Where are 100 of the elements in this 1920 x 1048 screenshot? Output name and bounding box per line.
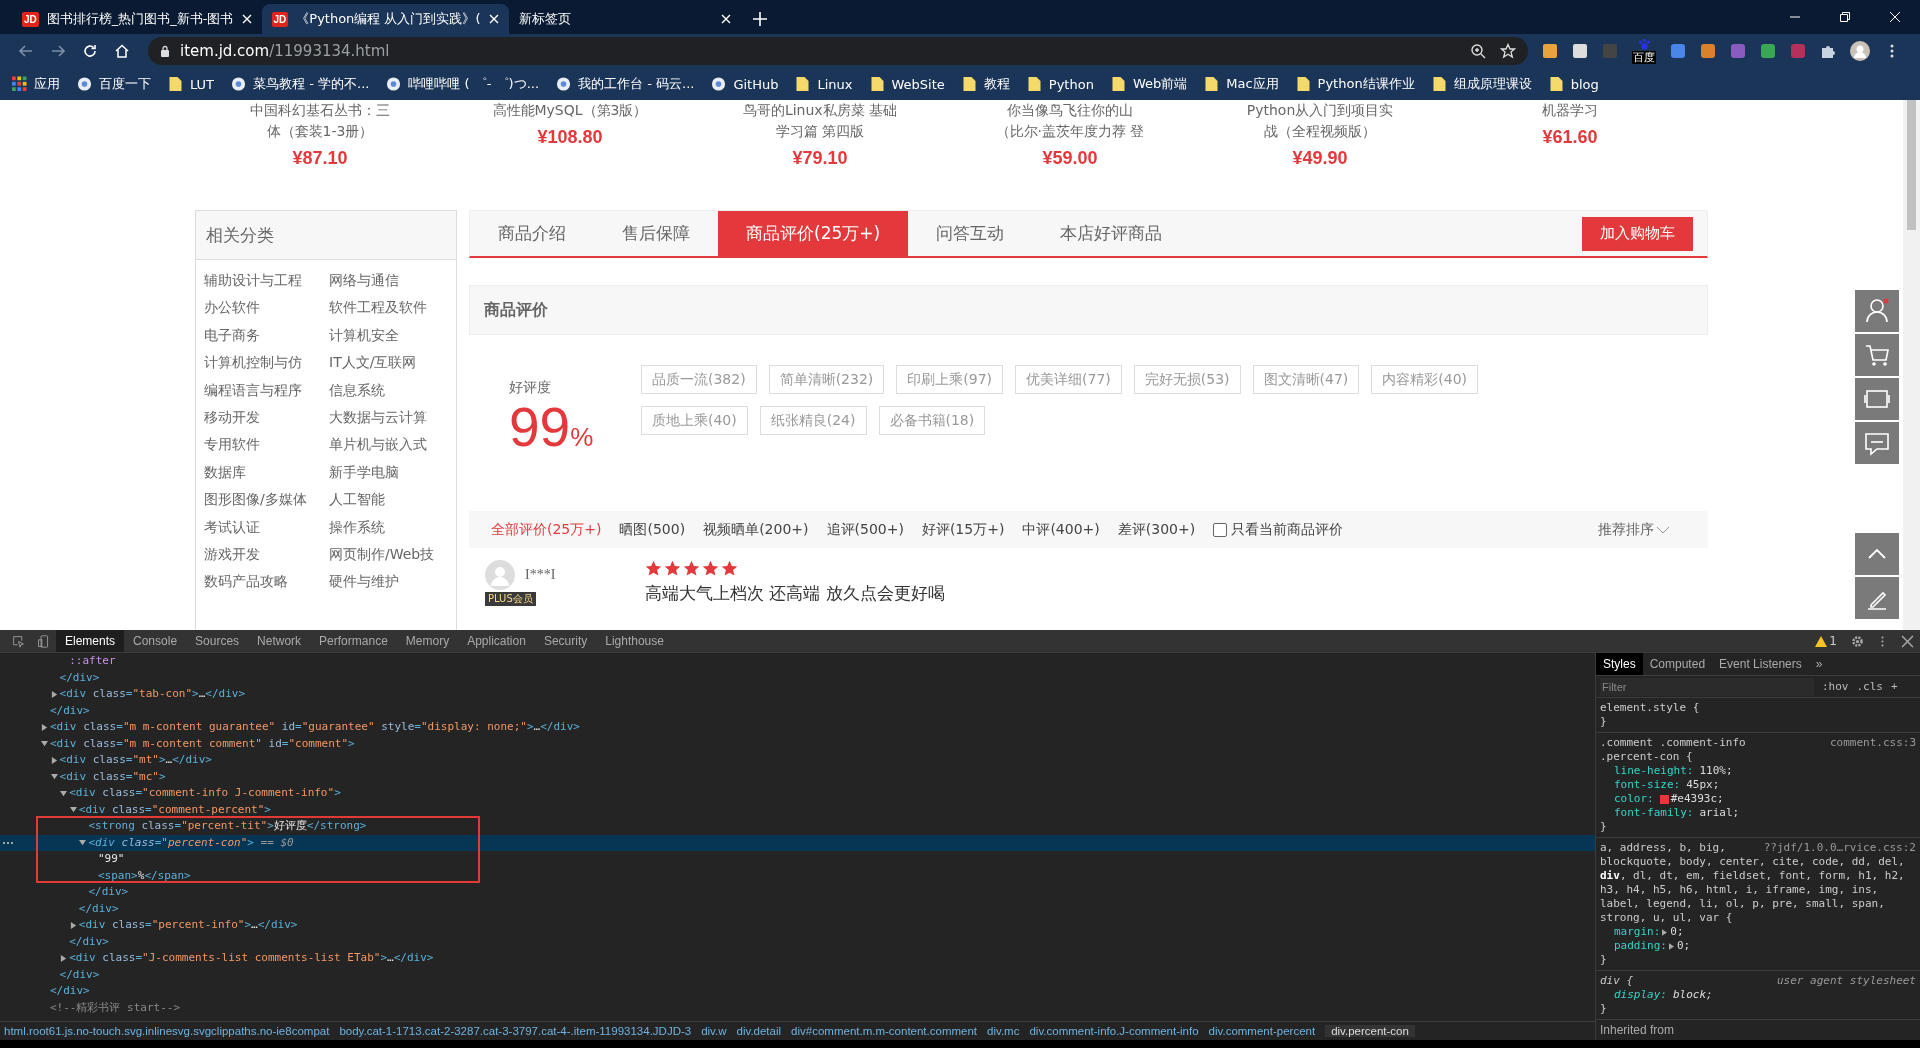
bookmark[interactable]: Web前端: [1110, 75, 1188, 93]
review-filter[interactable]: 中评(400+): [1022, 520, 1100, 539]
code-line[interactable]: </div>: [59, 966, 100, 983]
bookmark[interactable]: WebSite: [869, 76, 945, 92]
product-title[interactable]: 体（套装1-3册）: [266, 121, 374, 142]
device-icon[interactable]: [37, 634, 50, 648]
code-line[interactable]: </div>: [78, 900, 119, 917]
code-line[interactable]: <strong class="percent-tit">好评度</strong>: [88, 818, 367, 835]
css-source[interactable]: ??jdf/1.0.0…rvice.css:2: [1763, 841, 1916, 855]
category-link[interactable]: 网络与通信: [329, 267, 457, 295]
devtools-tab[interactable]: Elements: [56, 630, 125, 652]
inspect-icon[interactable]: [12, 634, 25, 648]
product-title[interactable]: 战（全程视频版）: [1264, 121, 1376, 142]
category-link[interactable]: 考试认证: [204, 513, 329, 542]
bookmark[interactable]: 百度一下: [77, 75, 151, 93]
bookmark[interactable]: Mac应用: [1204, 75, 1279, 93]
code-line[interactable]: </div>: [50, 702, 90, 719]
code-line[interactable]: <div class="m m-content guarantee" id="guarantee" style="display: none;">…</div>: [50, 719, 580, 736]
code-line[interactable]: <div class="mc">: [59, 768, 166, 785]
profile-avatar[interactable]: [1850, 41, 1870, 61]
code-line[interactable]: <div class="mt">…</div>: [59, 752, 212, 769]
css-property[interactable]: color:: [1614, 792, 1654, 806]
review-filter[interactable]: 好评(15万+): [921, 520, 1005, 539]
product-tab[interactable]: 商品介绍: [470, 211, 594, 256]
css-property[interactable]: display:: [1614, 988, 1667, 1002]
expand-toggle-icon[interactable]: [79, 839, 87, 847]
code-line[interactable]: <span>%</span>: [98, 867, 191, 884]
browser-tab[interactable]: 新标签页: [508, 4, 741, 34]
styles-tab[interactable]: Event Listeners: [1712, 653, 1809, 675]
edit-icon[interactable]: [1855, 577, 1899, 619]
code-line[interactable]: </div>: [50, 983, 90, 1000]
code-line[interactable]: <div class="percent-con"> == $0: [88, 834, 294, 851]
add-to-cart-button[interactable]: 加入购物车: [1582, 216, 1693, 251]
breadcrumb[interactable]: div.comment-info.J-comment-info: [1029, 1025, 1199, 1037]
expand-toggle-icon[interactable]: [41, 740, 48, 748]
reload-icon[interactable]: [82, 43, 98, 59]
category-link[interactable]: 单片机与嵌入式: [329, 431, 457, 459]
color-swatch[interactable]: [1659, 794, 1669, 804]
devtools-tab[interactable]: Application: [458, 630, 535, 652]
breadcrumb[interactable]: div.comment-percent: [1208, 1025, 1316, 1037]
breadcrumb[interactable]: div.detail: [736, 1025, 782, 1037]
cart-icon[interactable]: [1855, 334, 1899, 376]
product-title[interactable]: （比尔·盖茨年度力荐 登: [995, 121, 1145, 142]
product-title[interactable]: 中国科幻基石丛书：三: [250, 100, 390, 121]
breadcrumb[interactable]: div.percent-con: [1325, 1025, 1415, 1037]
breadcrumb[interactable]: html.root61.js.no-touch.svg.inlinesvg.svgclippaths.no-ie8compat: [4, 1025, 330, 1037]
category-link[interactable]: 人工智能: [329, 486, 457, 514]
browser-tab[interactable]: JD 《Python编程 从入门到实践》(: [261, 4, 509, 34]
category-link[interactable]: 电子商务: [204, 321, 329, 350]
product-tab[interactable]: 问答互动: [908, 211, 1033, 256]
warning-count[interactable]: 1: [1829, 634, 1837, 648]
category-link[interactable]: 计算机控制与仿: [204, 349, 329, 377]
bookmark[interactable]: Python: [1026, 76, 1094, 92]
devtools-tab[interactable]: Lighthouse: [596, 630, 673, 652]
devtools-tab[interactable]: Console: [124, 630, 187, 652]
extension-icon[interactable]: [1760, 43, 1776, 59]
more-tabs-button[interactable]: »: [1808, 653, 1830, 675]
code-line[interactable]: ::after: [69, 653, 116, 670]
category-link[interactable]: 游戏开发: [204, 541, 329, 569]
restore-icon[interactable]: [1839, 11, 1851, 23]
review-filter[interactable]: 追评(500+): [826, 520, 904, 539]
category-link[interactable]: 计算机安全: [329, 321, 457, 350]
breadcrumb[interactable]: body.cat-1-1713.cat-2-3287.cat-3-3797.cat-4-.item-11993134.JDJD-3: [339, 1025, 692, 1037]
css-property[interactable]: padding:: [1614, 939, 1667, 953]
puzzle-icon[interactable]: [1820, 43, 1836, 59]
bookmark[interactable]: 教程: [961, 75, 1010, 93]
category-link[interactable]: 图形图像/多媒体: [204, 486, 329, 514]
code-line[interactable]: </div>: [69, 933, 109, 950]
new-tab-icon[interactable]: [752, 12, 767, 26]
css-value[interactable]: #e4393c;: [1670, 792, 1724, 806]
star-icon[interactable]: [1500, 43, 1516, 59]
code-line[interactable]: <div class="m m-content comment" id="comment">: [50, 735, 355, 752]
breadcrumb[interactable]: div.mc: [987, 1025, 1020, 1037]
bookmark[interactable]: 菜鸟教程 - 学的不...: [231, 75, 370, 93]
bookmark[interactable]: LUT: [168, 76, 215, 92]
code-line[interactable]: <div class="comment-percent">: [78, 801, 271, 818]
category-link[interactable]: 办公软件: [204, 294, 329, 322]
code-line[interactable]: <div class="J-comments-list comments-list ETab">…</div>: [69, 950, 434, 967]
checkbox-label[interactable]: 只看当前商品评价: [1231, 520, 1344, 539]
product-title[interactable]: 鸟哥的Linux私房菜 基础: [742, 100, 898, 121]
review-filter[interactable]: 差评(300+): [1117, 520, 1196, 539]
chat-icon[interactable]: [1855, 422, 1899, 464]
devtools-tab[interactable]: Performance: [310, 630, 397, 652]
code-line[interactable]: <div class="tab-con">…</div>: [59, 686, 246, 703]
devtools-tab[interactable]: Memory: [396, 630, 459, 652]
category-link[interactable]: 操作系统: [329, 513, 457, 542]
category-link[interactable]: 软件工程及软件: [329, 294, 457, 322]
review-filter[interactable]: 视频晒单(200+): [703, 520, 809, 539]
code-line[interactable]: <div class="percent-info">…</div>: [78, 917, 298, 934]
code-line[interactable]: </div>: [59, 669, 100, 686]
category-link[interactable]: 数据库: [204, 458, 329, 487]
product-tab[interactable]: 本店好评商品: [1032, 211, 1191, 256]
code-line[interactable]: "99": [98, 851, 125, 868]
code-line[interactable]: <div class="comment-info J-comment-info">: [69, 785, 341, 802]
category-link[interactable]: 网页制作/Web技: [329, 541, 457, 569]
category-link[interactable]: 新手学电脑: [329, 458, 457, 487]
category-link[interactable]: 编程语言与程序: [204, 376, 329, 405]
category-link[interactable]: 硬件与维护: [329, 568, 457, 596]
product-tab[interactable]: 售后保障: [594, 211, 718, 256]
extension-icon[interactable]: [1572, 43, 1588, 59]
